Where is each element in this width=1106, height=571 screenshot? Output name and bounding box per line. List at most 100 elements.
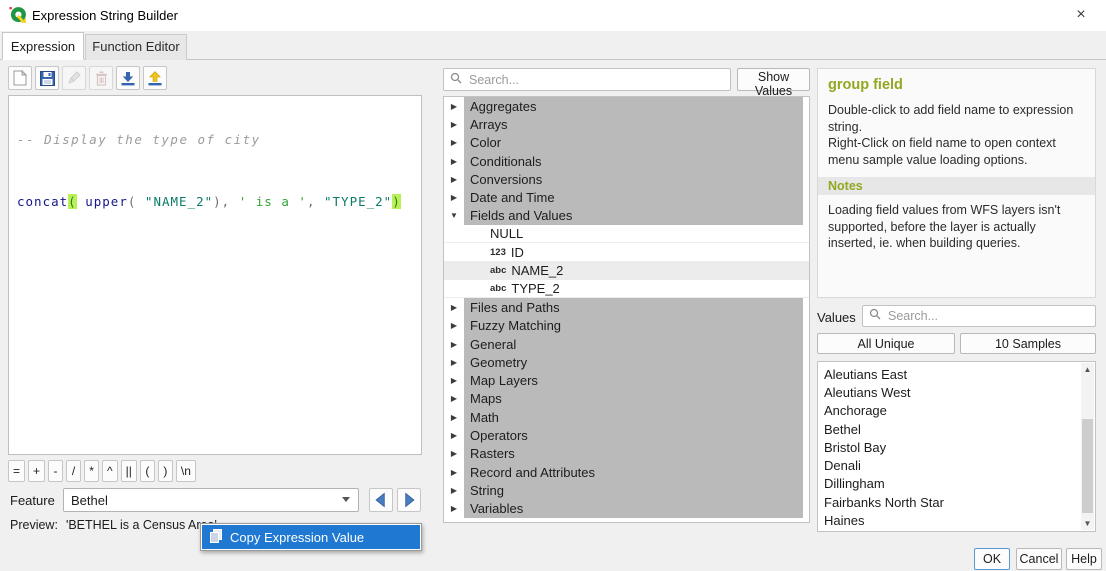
abc-type-icon: abc xyxy=(490,265,506,276)
help-button[interactable]: Help xyxy=(1066,548,1102,570)
tree-field-name_2[interactable]: abcNAME_2 xyxy=(444,262,809,280)
tree-group-rasters[interactable]: ▶Rasters xyxy=(444,445,809,463)
value-item[interactable]: Aleutians West xyxy=(818,383,1095,401)
tree-group-fields-and-values[interactable]: ▼Fields and Values xyxy=(444,207,809,225)
tree-group-color[interactable]: ▶Color xyxy=(444,134,809,152)
tree-group-operators[interactable]: ▶Operators xyxy=(444,426,809,444)
ok-button[interactable]: OK xyxy=(974,548,1010,570)
values-label: Values xyxy=(817,310,856,325)
tree-group-aggregates[interactable]: ▶Aggregates xyxy=(444,97,809,115)
tree-group-map-layers[interactable]: ▶Map Layers xyxy=(444,371,809,389)
tree-group-variables[interactable]: ▶Variables xyxy=(444,500,809,518)
new-expression-icon[interactable] xyxy=(8,66,32,90)
help-title: group field xyxy=(828,77,1085,93)
chevron-collapsed-icon: ▶ xyxy=(444,321,464,330)
operator-button-xn[interactable]: \n xyxy=(176,460,196,482)
value-item[interactable]: Anchorage xyxy=(818,402,1095,420)
edit-expression-icon[interactable] xyxy=(62,66,86,90)
value-item[interactable]: Aleutians East xyxy=(818,365,1095,383)
context-menu: Copy Expression Value xyxy=(200,523,422,551)
tree-group-label: Fields and Values xyxy=(464,207,803,225)
values-search-box xyxy=(862,305,1096,327)
tree-group-string[interactable]: ▶String xyxy=(444,481,809,499)
expression-editor[interactable]: -- Display the type of city concat( uppe… xyxy=(8,95,422,455)
operator-button-x[interactable]: ( xyxy=(140,460,155,482)
chevron-expanded-icon: ▼ xyxy=(444,211,464,220)
operator-button-xx[interactable]: || xyxy=(121,460,137,482)
scroll-down-icon[interactable]: ▼ xyxy=(1081,517,1094,530)
tree-field-null[interactable]: NULL xyxy=(444,225,809,243)
chevron-collapsed-icon: ▶ xyxy=(444,193,464,202)
tree-group-label: String xyxy=(464,481,803,499)
all-unique-button[interactable]: All Unique xyxy=(817,333,955,354)
expression-token: , xyxy=(307,194,324,209)
tree-field-id[interactable]: 123ID xyxy=(444,243,809,261)
tree-group-files-and-paths[interactable]: ▶Files and Paths xyxy=(444,298,809,316)
value-item[interactable]: Denali xyxy=(818,456,1095,474)
export-expression-icon[interactable] xyxy=(143,66,167,90)
preview-row: Preview: 'BETHEL is a Census Area' xyxy=(10,518,217,532)
menu-item-copy-expression-value[interactable]: Copy Expression Value xyxy=(202,525,420,549)
preview-value: 'BETHEL is a Census Area' xyxy=(66,518,217,532)
previous-feature-button[interactable] xyxy=(369,488,393,512)
expression-token: "NAME_2" xyxy=(145,194,213,209)
feature-combobox[interactable]: Bethel xyxy=(63,488,359,512)
value-item[interactable]: Dillingham xyxy=(818,475,1095,493)
function-search-input[interactable] xyxy=(467,72,730,88)
tree-group-fuzzy-matching[interactable]: ▶Fuzzy Matching xyxy=(444,317,809,335)
window-title: Expression String Builder xyxy=(32,8,178,23)
chevron-collapsed-icon: ▶ xyxy=(444,102,464,111)
tree-group-label: Rasters xyxy=(464,445,803,463)
operator-button-x[interactable]: * xyxy=(84,460,99,482)
save-expression-icon[interactable] xyxy=(35,66,59,90)
operator-button-x[interactable]: = xyxy=(8,460,25,482)
scrollbar-thumb[interactable] xyxy=(1082,419,1093,513)
expression-token: concat xyxy=(17,194,68,209)
operator-button-x[interactable]: + xyxy=(28,460,45,482)
menu-item-label: Copy Expression Value xyxy=(230,530,364,545)
help-notes-label: Notes xyxy=(818,177,1095,195)
value-item[interactable]: Bristol Bay xyxy=(818,438,1095,456)
next-feature-button[interactable] xyxy=(397,488,421,512)
close-icon[interactable]: × xyxy=(1070,4,1092,26)
123-type-icon: 123 xyxy=(490,247,506,258)
tree-group-label: Math xyxy=(464,408,803,426)
show-values-button[interactable]: Show Values xyxy=(737,68,810,91)
scroll-up-icon[interactable]: ▲ xyxy=(1081,363,1094,376)
tree-group-conditionals[interactable]: ▶Conditionals xyxy=(444,152,809,170)
tree-group-date-and-time[interactable]: ▶Date and Time xyxy=(444,188,809,206)
tree-group-maps[interactable]: ▶Maps xyxy=(444,390,809,408)
chevron-collapsed-icon: ▶ xyxy=(444,120,464,129)
tab-expression[interactable]: Expression xyxy=(2,32,84,60)
tree-group-label: Map Layers xyxy=(464,371,803,389)
tree-group-record-and-attributes[interactable]: ▶Record and Attributes xyxy=(444,463,809,481)
operator-button-x[interactable]: ) xyxy=(158,460,173,482)
tree-group-arrays[interactable]: ▶Arrays xyxy=(444,115,809,133)
delete-expression-icon[interactable] xyxy=(89,66,113,90)
value-item[interactable]: Haines xyxy=(818,511,1095,529)
operator-button-x[interactable]: - xyxy=(48,460,63,482)
tree-group-geometry[interactable]: ▶Geometry xyxy=(444,353,809,371)
chevron-collapsed-icon: ▶ xyxy=(444,175,464,184)
tab-function-editor[interactable]: Function Editor xyxy=(85,34,187,60)
operator-button-x[interactable]: / xyxy=(66,460,81,482)
chevron-down-icon xyxy=(342,497,350,502)
value-item[interactable]: Bethel xyxy=(818,420,1095,438)
tree-group-conversions[interactable]: ▶Conversions xyxy=(444,170,809,188)
expression-token: upper xyxy=(85,194,128,209)
chevron-collapsed-icon: ▶ xyxy=(444,157,464,166)
tree-group-label: Aggregates xyxy=(464,97,803,115)
expression-comment: -- Display the type of city xyxy=(17,132,413,147)
tree-group-general[interactable]: ▶General xyxy=(444,335,809,353)
expression-string-builder-dialog: { "window": { "title": "Expression Strin… xyxy=(0,0,1106,571)
tree-group-math[interactable]: ▶Math xyxy=(444,408,809,426)
cancel-button[interactable]: Cancel xyxy=(1016,548,1062,570)
import-expression-icon[interactable] xyxy=(116,66,140,90)
values-search-input[interactable] xyxy=(886,308,1095,324)
tree-group-label: General xyxy=(464,335,803,353)
values-scrollbar: ▲ ▼ xyxy=(1081,363,1094,530)
samples-button[interactable]: 10 Samples xyxy=(960,333,1096,354)
value-item[interactable]: Fairbanks North Star xyxy=(818,493,1095,511)
tree-field-type_2[interactable]: abcTYPE_2 xyxy=(444,280,809,298)
operator-button-x[interactable]: ^ xyxy=(102,460,118,482)
